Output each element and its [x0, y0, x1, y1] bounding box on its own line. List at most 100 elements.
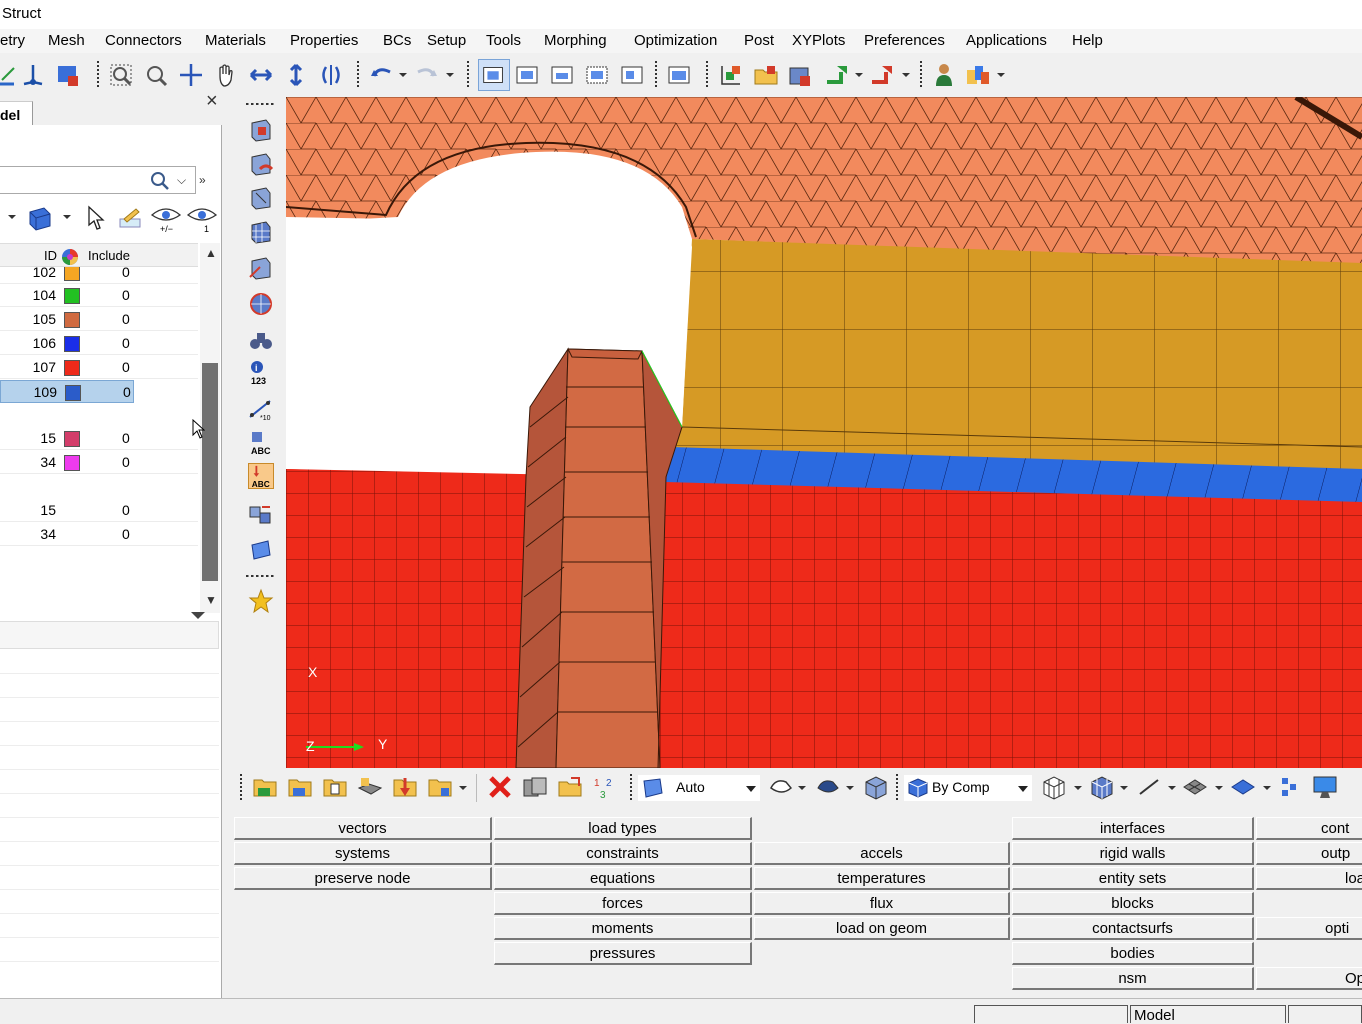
- rigid-walls-button[interactable]: rigid walls: [1012, 842, 1254, 865]
- output-block-button[interactable]: outp: [1256, 842, 1362, 865]
- brown-column-top[interactable]: [567, 348, 643, 360]
- undo-dropdown[interactable]: [399, 73, 407, 77]
- row-color-swatch[interactable]: [64, 312, 80, 328]
- solid-cube-icon[interactable]: [862, 774, 888, 800]
- contactsurfs-button[interactable]: contactsurfs: [1012, 917, 1254, 940]
- save-model-icon[interactable]: [56, 62, 82, 88]
- scroll-down-icon[interactable]: ▼: [205, 593, 217, 607]
- component-icon[interactable]: [26, 204, 54, 232]
- wire-cube-dropdown[interactable]: [1074, 786, 1082, 790]
- load-on-geom-button[interactable]: load on geom: [754, 917, 1010, 940]
- plane-icon[interactable]: [248, 537, 274, 563]
- column-header-id[interactable]: ID: [44, 248, 57, 263]
- element-icon[interactable]: [1230, 774, 1256, 800]
- comp-label-icon[interactable]: ABC: [248, 429, 274, 455]
- menu-properties[interactable]: Properties: [290, 32, 358, 49]
- control-cards-button[interactable]: cont: [1256, 817, 1362, 840]
- renumber-folder-icon[interactable]: [557, 774, 583, 800]
- systems-button[interactable]: systems: [234, 842, 492, 865]
- moments-button[interactable]: moments: [494, 917, 752, 940]
- gold-block-mesh[interactable]: [671, 239, 1362, 475]
- search-input[interactable]: ⌵: [0, 166, 196, 194]
- view-bottom-icon[interactable]: [549, 62, 575, 88]
- pencil-icon[interactable]: [116, 205, 144, 231]
- menu-help[interactable]: Help: [1072, 32, 1103, 49]
- transform-icon[interactable]: [248, 501, 274, 527]
- load-collector-icon[interactable]: [392, 774, 418, 800]
- menu-post[interactable]: Post: [744, 32, 774, 49]
- load-step-icon[interactable]: [427, 774, 453, 800]
- menu-applications[interactable]: Applications: [966, 32, 1047, 49]
- row-color-swatch[interactable]: [64, 431, 80, 447]
- save-file-icon[interactable]: [788, 62, 814, 88]
- interfaces-button[interactable]: interfaces: [1012, 817, 1254, 840]
- row-color-swatch[interactable]: [64, 267, 80, 281]
- view-front-icon[interactable]: [584, 62, 610, 88]
- pan-icon[interactable]: [178, 62, 204, 88]
- undo-icon[interactable]: [368, 62, 394, 88]
- mask-icon[interactable]: [248, 117, 274, 143]
- menu-tools[interactable]: Tools: [486, 32, 521, 49]
- equations-button[interactable]: equations: [494, 867, 752, 890]
- row-color-swatch[interactable]: [64, 455, 80, 471]
- menu-morphing[interactable]: Morphing: [544, 32, 607, 49]
- menu-xyplots[interactable]: XYPlots: [792, 32, 845, 49]
- nsm-button[interactable]: nsm: [1012, 967, 1254, 990]
- table-row[interactable]: 15 0: [0, 427, 198, 450]
- forces-button[interactable]: forces: [494, 892, 752, 915]
- favorites-star-icon[interactable]: [248, 588, 274, 614]
- column-header-include[interactable]: Include: [88, 248, 130, 263]
- search-icon[interactable]: [150, 171, 170, 191]
- scroll-up-icon[interactable]: ▲: [205, 246, 217, 260]
- shaded-icon[interactable]: [768, 774, 794, 800]
- expand-icon[interactable]: »: [199, 173, 206, 187]
- table-row[interactable]: 105 0: [0, 308, 198, 331]
- menu-materials[interactable]: Materials: [205, 32, 266, 49]
- expand-grid-icon[interactable]: [191, 612, 205, 619]
- monitor-icon[interactable]: [1312, 774, 1338, 800]
- applications-icon[interactable]: [965, 62, 991, 88]
- user-profile-icon[interactable]: [931, 62, 957, 88]
- redo-icon[interactable]: [414, 62, 440, 88]
- optimization-button[interactable]: opti: [1256, 917, 1362, 940]
- table-row[interactable]: 15 0: [0, 499, 198, 522]
- properties-icon[interactable]: [322, 774, 348, 800]
- table-row[interactable]: 109 0: [0, 380, 134, 403]
- reverse-display-icon[interactable]: [248, 255, 274, 281]
- flux-button[interactable]: flux: [754, 892, 1010, 915]
- table-row[interactable]: 104 0: [0, 284, 198, 307]
- select-cursor-icon[interactable]: [86, 205, 106, 231]
- menu-bcs[interactable]: BCs: [383, 32, 411, 49]
- sphere-clip-icon[interactable]: [248, 291, 274, 317]
- menu-setup[interactable]: Setup: [427, 32, 466, 49]
- measure-icon[interactable]: *10: [248, 395, 274, 421]
- blocks-button[interactable]: blocks: [1012, 892, 1254, 915]
- close-icon[interactable]: ×: [206, 90, 218, 113]
- open-model-icon[interactable]: [287, 774, 313, 800]
- view-iso-icon[interactable]: [478, 59, 510, 91]
- translate-vertical-icon[interactable]: [283, 62, 309, 88]
- row-color-swatch[interactable]: [65, 385, 81, 401]
- constraints-button[interactable]: constraints: [494, 842, 752, 865]
- red-right-mesh[interactable]: [666, 482, 1362, 768]
- loadsteps-button[interactable]: loa: [1256, 867, 1362, 890]
- mesh-mode-select[interactable]: Auto: [638, 775, 760, 801]
- color-wheel-icon[interactable]: [61, 248, 79, 266]
- temperatures-button[interactable]: temperatures: [754, 867, 1010, 890]
- load-step-dropdown[interactable]: [459, 786, 467, 790]
- shaded-cube-icon[interactable]: [1088, 774, 1114, 800]
- menu-connectors[interactable]: Connectors: [105, 32, 182, 49]
- table-row[interactable]: 34 0: [0, 451, 198, 474]
- row-color-swatch[interactable]: [64, 336, 80, 352]
- shaded-cube-dropdown[interactable]: [1120, 786, 1128, 790]
- geometry-icon[interactable]: [0, 62, 20, 88]
- import-icon[interactable]: [823, 62, 849, 88]
- redo-dropdown[interactable]: [446, 73, 454, 77]
- menu-preferences[interactable]: Preferences: [864, 32, 945, 49]
- zoom-icon[interactable]: [143, 62, 169, 88]
- line-dropdown[interactable]: [1168, 786, 1176, 790]
- unmask-icon[interactable]: [248, 151, 274, 177]
- export-dropdown[interactable]: [902, 73, 910, 77]
- open-folder-icon[interactable]: [753, 62, 779, 88]
- view-top-icon[interactable]: [514, 62, 540, 88]
